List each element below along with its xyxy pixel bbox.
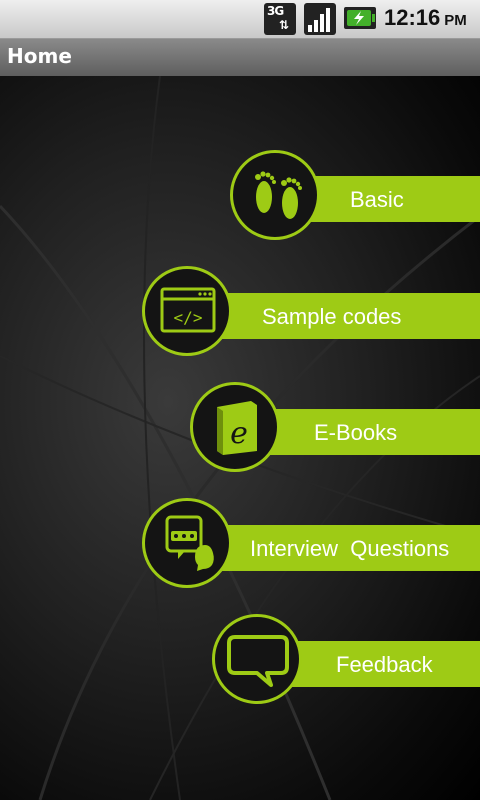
clock-ampm: PM	[444, 12, 467, 29]
svg-text:e: e	[230, 416, 248, 451]
interview-chat-icon	[165, 515, 214, 571]
network-arrows: ⇅	[279, 18, 290, 32]
menu-item-label: Interview Questions	[250, 536, 450, 561]
code-window-icon: </>	[160, 287, 216, 333]
signal-bars-icon	[304, 3, 336, 35]
ebook-icon: e	[217, 401, 257, 455]
menu-item-label: Sample codes	[262, 304, 402, 329]
battery-charging-icon	[344, 7, 376, 29]
network-label: 3G	[267, 4, 284, 18]
menu-item-sample-codes[interactable]: Sample codes </>	[142, 266, 480, 364]
clock: 12:16 PM	[384, 5, 467, 31]
speech-bubble-icon	[227, 635, 289, 687]
network-3g-icon: 3G ⇅	[264, 3, 296, 35]
menu-item-label: E-Books	[314, 420, 398, 445]
footprints-icon	[255, 171, 302, 219]
menu-item-label: Basic	[350, 187, 404, 212]
menu-item-label: Feedback	[336, 652, 433, 677]
status-bar: 3G ⇅ 12:16 PM	[0, 0, 480, 39]
menu-item-feedback[interactable]: Feedback	[212, 614, 480, 712]
menu-item-basic[interactable]: Basic	[230, 150, 480, 248]
menu-item-ebooks[interactable]: E-Books e	[190, 382, 480, 480]
clock-time: 12:16	[384, 5, 441, 30]
svg-text:</>: </>	[174, 308, 203, 327]
page-title: Home	[7, 44, 72, 68]
menu-item-interview-questions[interactable]: Interview Questions	[142, 498, 480, 596]
title-bar: Home	[0, 39, 480, 76]
home-menu-area: Basic Sample codes </> E-Books e Intervi…	[0, 76, 480, 800]
